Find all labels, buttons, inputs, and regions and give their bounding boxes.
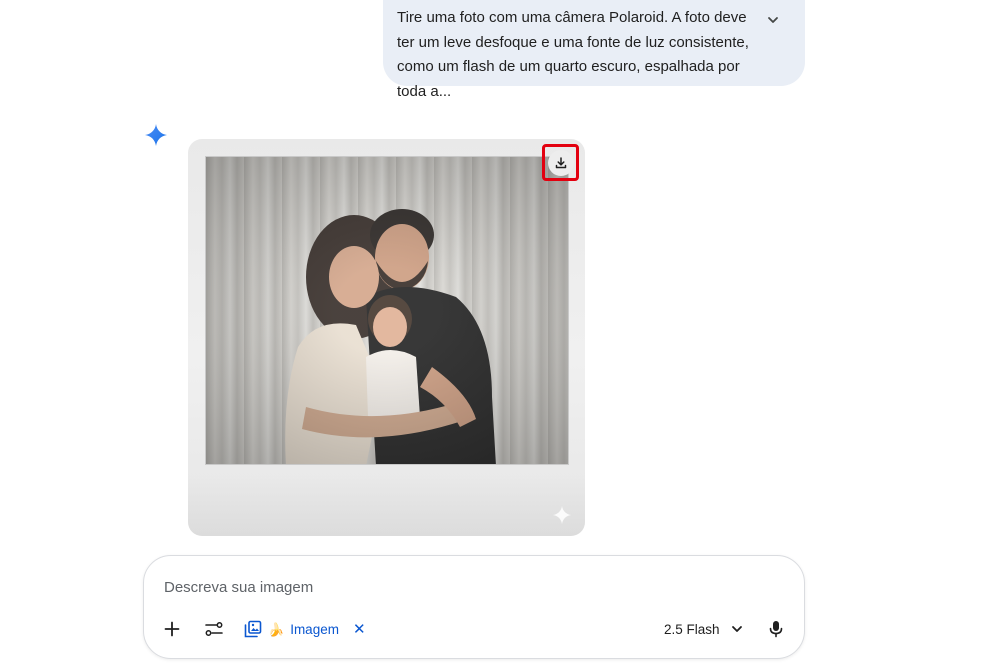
generated-image-card[interactable] <box>188 139 585 536</box>
image-mode-chip[interactable]: 🍌 Imagem ✕ <box>244 616 366 642</box>
microphone-icon <box>769 621 783 638</box>
photo-vignette <box>206 157 568 464</box>
download-icon <box>555 156 566 168</box>
chevron-down-icon <box>768 17 778 23</box>
tools-button[interactable] <box>200 615 228 643</box>
prompt-input[interactable] <box>164 576 764 598</box>
prompt-composer: 🍌 Imagem ✕ 2.5 Flash <box>143 555 805 659</box>
chat-page: Tire uma foto com uma câmera Polaroid. A… <box>0 0 984 670</box>
banana-emoji: 🍌 <box>268 621 285 637</box>
tools-sliders-icon <box>205 622 223 636</box>
sparkle-watermark-icon <box>552 505 572 525</box>
generated-photo[interactable] <box>205 156 569 465</box>
download-button-circle <box>547 149 574 176</box>
model-selector[interactable]: 2.5 Flash <box>664 616 744 642</box>
plus-icon <box>164 621 180 637</box>
expand-prompt-button[interactable] <box>761 8 785 32</box>
user-prompt-text: Tire uma foto com uma câmera Polaroid. A… <box>397 9 749 100</box>
image-chip-label: Imagem <box>290 621 339 637</box>
user-prompt-bubble: Tire uma foto com uma câmera Polaroid. A… <box>383 0 805 100</box>
download-image-button[interactable] <box>542 144 579 181</box>
add-attachment-button[interactable] <box>158 615 186 643</box>
gemini-sparkle-icon <box>145 124 167 146</box>
model-name: 2.5 Flash <box>664 621 720 637</box>
chevron-down-icon <box>731 626 742 632</box>
image-gallery-icon <box>244 620 262 638</box>
polaroid-frame-shade <box>188 476 585 536</box>
remove-chip-close-icon[interactable]: ✕ <box>353 620 366 638</box>
microphone-button[interactable] <box>762 615 790 643</box>
